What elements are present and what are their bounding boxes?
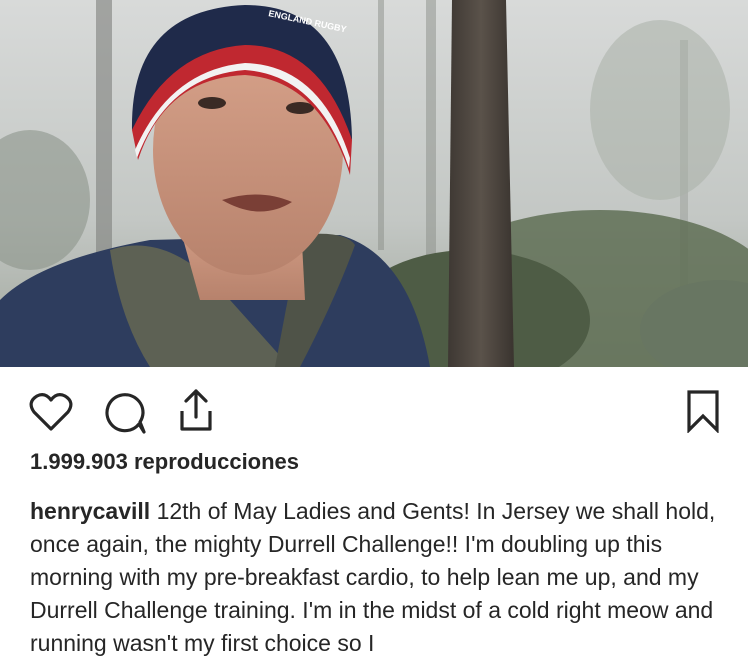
post-video[interactable]: ENGLAND RUGBY [0,0,748,367]
view-count: 1.999.903 reproducciones [30,449,300,474]
share-icon[interactable] [175,387,217,438]
video-frame: ENGLAND RUGBY [0,0,748,367]
post-caption: henrycavill 12th of May Ladies and Gents… [30,495,730,660]
bookmark-icon[interactable] [686,389,720,438]
heart-icon[interactable] [29,392,73,437]
comment-icon[interactable] [103,391,147,440]
caption-username[interactable]: henrycavill [30,498,150,524]
action-bar [0,367,748,457]
